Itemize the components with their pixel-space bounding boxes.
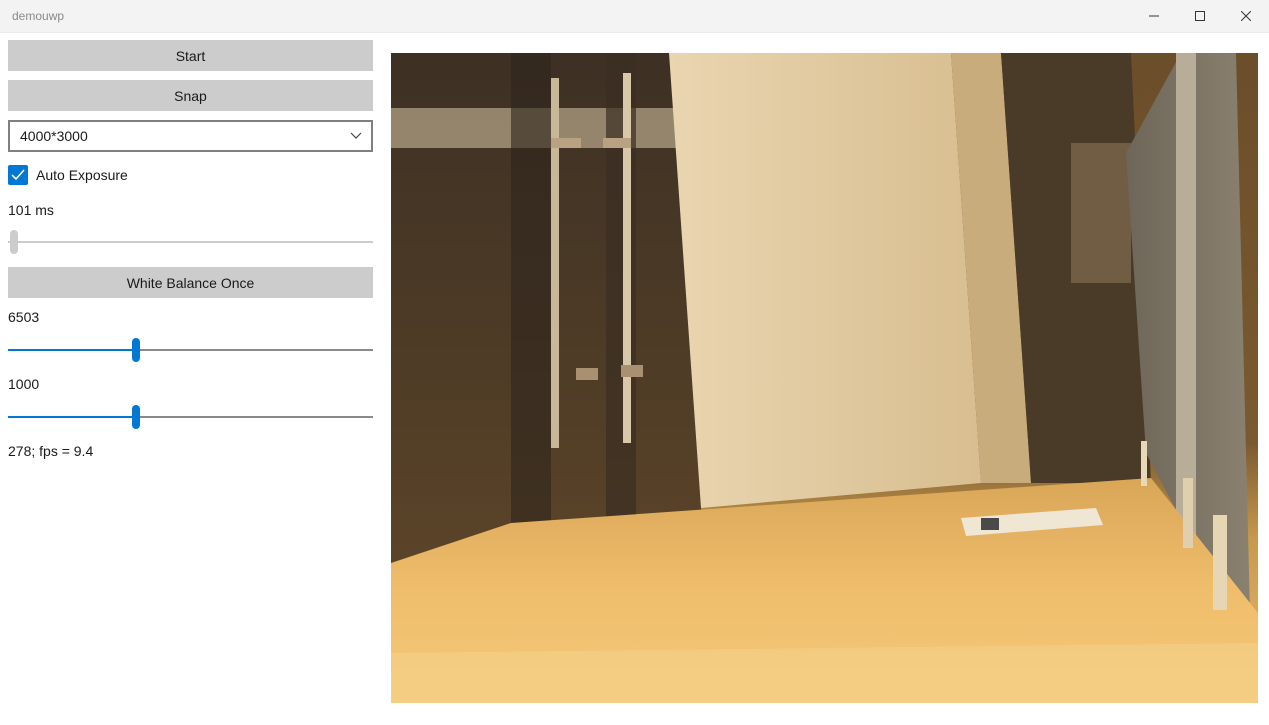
status-text: 278; fps = 9.4	[8, 443, 94, 459]
slider-thumb[interactable]	[132, 338, 140, 362]
resolution-selected-value: 4000*3000	[20, 128, 88, 144]
temperature-label: 6503	[8, 309, 40, 325]
slider-fill	[8, 349, 136, 351]
minimize-button[interactable]	[1131, 0, 1177, 32]
slider-track	[8, 241, 373, 243]
tint-slider[interactable]	[8, 405, 373, 429]
slider-thumb[interactable]	[10, 230, 18, 254]
slider-fill	[8, 416, 136, 418]
snap-button[interactable]: Snap	[8, 80, 373, 111]
white-balance-once-button[interactable]: White Balance Once	[8, 267, 373, 298]
chevron-down-icon	[350, 132, 362, 139]
title-bar: demouwp	[0, 0, 1269, 33]
tint-label: 1000	[8, 376, 40, 392]
auto-exposure-label: Auto Exposure	[36, 167, 128, 183]
camera-preview	[391, 53, 1258, 703]
exposure-time-slider[interactable]	[8, 230, 373, 254]
exposure-time-label: 101 ms	[8, 202, 54, 218]
auto-exposure-checkbox-row[interactable]: Auto Exposure	[8, 165, 208, 185]
maximize-icon	[1195, 11, 1205, 21]
auto-exposure-checkbox[interactable]	[8, 165, 28, 185]
window-title: demouwp	[12, 9, 65, 23]
close-button[interactable]	[1223, 0, 1269, 32]
start-button[interactable]: Start	[8, 40, 373, 71]
maximize-button[interactable]	[1177, 0, 1223, 32]
minimize-icon	[1149, 15, 1159, 17]
temperature-slider[interactable]	[8, 338, 373, 362]
camera-preview-image	[391, 53, 1258, 703]
close-icon	[1241, 11, 1251, 21]
resolution-dropdown[interactable]: 4000*3000	[8, 120, 373, 152]
checkmark-icon	[11, 169, 25, 181]
slider-thumb[interactable]	[132, 405, 140, 429]
